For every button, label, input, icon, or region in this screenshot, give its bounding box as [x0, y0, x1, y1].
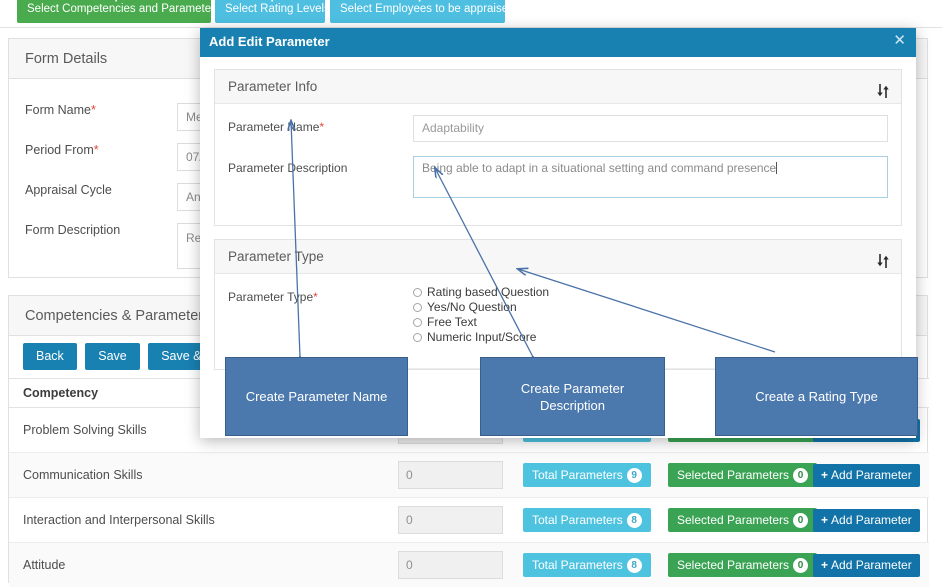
- cell-selected: Selected Parameters0: [654, 542, 818, 587]
- weight-input[interactable]: 0: [398, 551, 503, 579]
- total-parameters-badge[interactable]: Total Parameters 8: [523, 553, 651, 577]
- selected-parameters-badge[interactable]: Selected Parameters0: [668, 508, 818, 532]
- modal-title: Add Edit Parameter: [209, 34, 330, 49]
- form-description-label: Form Description: [25, 223, 121, 237]
- parameter-type-label: Parameter Type*: [228, 290, 318, 304]
- cell-total: Total Parameters 8: [509, 542, 654, 587]
- close-icon[interactable]: ✕: [893, 32, 906, 50]
- step-1-label: Select Competencies and Parameters: [27, 3, 221, 15]
- annotation-callout-parameter-description[interactable]: Create Parameter Description: [480, 357, 665, 436]
- form-details-title: Form Details: [25, 51, 108, 67]
- cell-weight: 0: [384, 542, 509, 587]
- radio-circle-icon: [413, 318, 422, 327]
- parameter-info-card: Parameter Info Parameter Name* Adaptabil…: [214, 69, 902, 226]
- total-parameters-badge[interactable]: Total Parameters 9: [523, 463, 651, 487]
- cell-total: Total Parameters 8: [509, 497, 654, 543]
- sort-updown-icon[interactable]: [876, 248, 890, 268]
- form-name-label: Form Name*: [25, 103, 96, 117]
- cell-total: Total Parameters 9: [509, 452, 654, 498]
- parameter-name-row: Parameter Name* Adaptability: [228, 115, 888, 146]
- plus-icon: +: [821, 557, 829, 572]
- parameter-type-title: Parameter Type: [228, 249, 324, 264]
- total-parameters-badge[interactable]: Total Parameters 8: [523, 508, 651, 532]
- selected-parameters-badge[interactable]: Selected Parameters0: [668, 463, 818, 487]
- parameter-name-input[interactable]: Adaptability: [413, 115, 888, 142]
- app-window: Step 1 Select Competencies and Parameter…: [0, 0, 942, 587]
- parameter-description-textarea[interactable]: Being able to adapt in a situational set…: [413, 156, 888, 198]
- radio-option-numeric-input-score[interactable]: Numeric Input/Score: [413, 330, 888, 344]
- add-parameter-button[interactable]: +Add Parameter: [813, 553, 920, 577]
- radio-option-free-text[interactable]: Free Text: [413, 315, 888, 329]
- parameter-info-title: Parameter Info: [228, 79, 318, 94]
- cell-actions: +Add Parameter: [799, 542, 929, 587]
- parameter-name-label: Parameter Name*: [228, 120, 325, 134]
- table-row: Interaction and Interpersonal Skills 0 T…: [9, 497, 929, 543]
- wizard-step-1[interactable]: Step 1 Select Competencies and Parameter…: [17, 0, 221, 23]
- radio-circle-icon: [413, 303, 422, 312]
- period-from-label: Period From*: [25, 143, 99, 157]
- parameter-info-body: Parameter Name* Adaptability Parameter D…: [215, 104, 901, 225]
- competencies-title: Competencies & Parameter: [25, 308, 204, 324]
- step-2-label: Select Rating Levels: [225, 3, 330, 15]
- back-button[interactable]: Back: [23, 343, 77, 370]
- text-caret: [776, 162, 778, 174]
- save-button[interactable]: Save: [85, 343, 140, 370]
- step-3-label: Select Employees to be appraised: [340, 3, 515, 15]
- parameter-type-body: Parameter Type* Rating based Question Ye…: [215, 274, 901, 358]
- radio-option-yes-no-question[interactable]: Yes/No Question: [413, 300, 888, 314]
- sort-updown-icon[interactable]: [876, 78, 890, 98]
- parameter-type-card: Parameter Type Parameter Type* Rating ba…: [214, 239, 902, 370]
- appraisal-cycle-label: Appraisal Cycle: [25, 183, 112, 197]
- wizard-steps: Step 1 Select Competencies and Parameter…: [0, 0, 942, 28]
- add-parameter-button[interactable]: +Add Parameter: [813, 508, 920, 532]
- cell-competency: Attitude: [9, 542, 384, 587]
- parameter-type-radio-group: Rating based Question Yes/No Question Fr…: [413, 285, 888, 344]
- parameter-type-header: Parameter Type: [215, 240, 901, 274]
- parameter-type-row: Parameter Type* Rating based Question Ye…: [228, 285, 888, 344]
- parameter-info-header: Parameter Info: [215, 70, 901, 104]
- annotation-callout-parameter-name[interactable]: Create Parameter Name: [225, 357, 408, 436]
- cell-actions: +Add Parameter: [799, 497, 929, 543]
- wizard-step-2[interactable]: Step 2 Select Rating Levels: [215, 0, 330, 23]
- weight-input[interactable]: 0: [398, 506, 503, 534]
- radio-circle-icon: [413, 333, 422, 342]
- cell-competency: Interaction and Interpersonal Skills: [9, 497, 384, 543]
- table-row: Attitude 0 Total Parameters 8 Selected Pa…: [9, 542, 929, 587]
- cell-actions: +Add Parameter: [799, 452, 929, 498]
- radio-circle-icon: [413, 288, 422, 297]
- cell-weight: 0: [384, 497, 509, 543]
- parameter-description-row: Parameter Description Being able to adap…: [228, 156, 888, 202]
- add-parameter-button[interactable]: +Add Parameter: [813, 463, 920, 487]
- cell-competency: Communication Skills: [9, 452, 384, 498]
- modal-body: Parameter Info Parameter Name* Adaptabil…: [200, 57, 916, 395]
- cell-selected: Selected Parameters0: [654, 497, 818, 543]
- parameter-description-label: Parameter Description: [228, 161, 348, 175]
- table-row: Communication Skills 0 Total Parameters 9…: [9, 452, 929, 498]
- cell-selected: Selected Parameters0: [654, 452, 818, 498]
- modal-header: Add Edit Parameter ✕: [200, 28, 916, 57]
- plus-icon: +: [821, 512, 829, 527]
- wizard-step-3[interactable]: Step 3 Select Employees to be appraised: [330, 0, 515, 23]
- annotation-callout-rating-type[interactable]: Create a Rating Type: [715, 357, 918, 436]
- radio-option-rating-based-question[interactable]: Rating based Question: [413, 285, 888, 299]
- cell-weight: 0: [384, 452, 509, 498]
- selected-parameters-badge[interactable]: Selected Parameters0: [668, 553, 818, 577]
- weight-input[interactable]: 0: [398, 461, 503, 489]
- plus-icon: +: [821, 467, 829, 482]
